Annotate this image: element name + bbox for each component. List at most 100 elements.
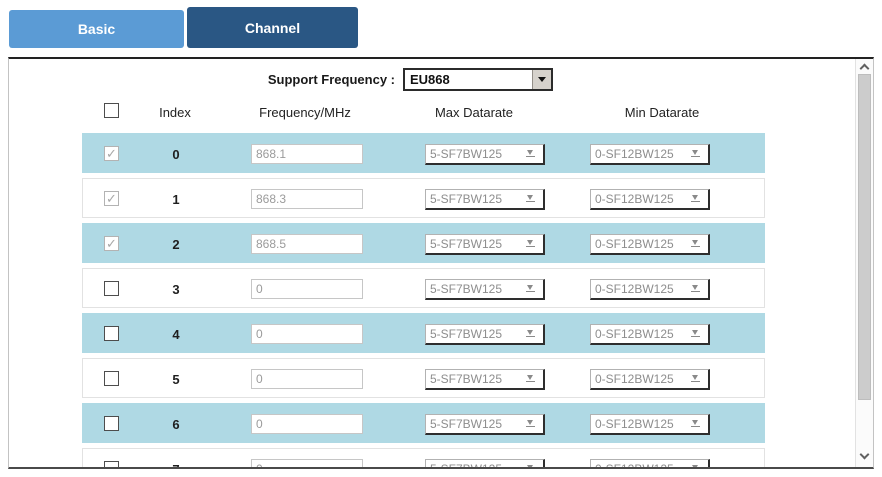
row-index: 6 bbox=[172, 417, 179, 432]
dropdown-arrow-button[interactable] bbox=[532, 70, 551, 89]
chevron-down-icon bbox=[691, 375, 700, 382]
min-datarate-value: 0-SF12BW125 bbox=[595, 327, 674, 341]
tab-basic-label: Basic bbox=[78, 21, 115, 37]
row-checkbox[interactable] bbox=[104, 461, 119, 469]
min-datarate-value: 0-SF12BW125 bbox=[595, 147, 674, 161]
max-datarate-select[interactable]: 5-SF7BW125 bbox=[425, 234, 545, 255]
min-datarate-value: 0-SF12BW125 bbox=[595, 192, 674, 206]
scrollbar-thumb[interactable] bbox=[858, 74, 871, 400]
max-datarate-value: 5-SF7BW125 bbox=[430, 462, 502, 469]
chevron-down-icon bbox=[691, 420, 700, 427]
chevron-down-icon bbox=[526, 285, 535, 292]
min-datarate-select[interactable]: 0-SF12BW125 bbox=[590, 144, 710, 165]
support-frequency-label: Support Frequency : bbox=[268, 72, 395, 87]
row-index: 2 bbox=[172, 237, 179, 252]
max-datarate-select[interactable]: 5-SF7BW125 bbox=[425, 324, 545, 345]
support-frequency-value: EU868 bbox=[410, 72, 450, 87]
min-datarate-select[interactable]: 0-SF12BW125 bbox=[590, 414, 710, 435]
chevron-down-icon bbox=[526, 465, 535, 469]
chevron-down-icon bbox=[691, 195, 700, 202]
column-header-index: Index bbox=[159, 105, 191, 120]
tab-channel[interactable]: Channel bbox=[187, 7, 358, 48]
max-datarate-value: 5-SF7BW125 bbox=[430, 417, 502, 431]
chevron-down-icon bbox=[691, 330, 700, 337]
max-datarate-select[interactable]: 5-SF7BW125 bbox=[425, 144, 545, 165]
table-row: 7 5-SF7BW125 0-SF12BW125 bbox=[82, 448, 765, 469]
chevron-down-icon bbox=[691, 240, 700, 247]
max-datarate-select[interactable]: 5-SF7BW125 bbox=[425, 459, 545, 469]
scroll-up-button[interactable] bbox=[856, 61, 874, 75]
frequency-input[interactable] bbox=[251, 369, 363, 389]
min-datarate-value: 0-SF12BW125 bbox=[595, 462, 674, 469]
table-row: 3 5-SF7BW125 0-SF12BW125 bbox=[82, 268, 765, 308]
chevron-down-icon bbox=[538, 77, 546, 82]
max-datarate-value: 5-SF7BW125 bbox=[430, 327, 502, 341]
max-datarate-select[interactable]: 5-SF7BW125 bbox=[425, 369, 545, 390]
min-datarate-value: 0-SF12BW125 bbox=[595, 372, 674, 386]
chevron-down-icon bbox=[691, 150, 700, 157]
frequency-input[interactable] bbox=[251, 459, 363, 469]
column-header-max-datarate: Max Datarate bbox=[435, 105, 513, 120]
chevron-down-icon bbox=[526, 420, 535, 427]
frequency-input[interactable] bbox=[251, 144, 363, 164]
chevron-down-icon bbox=[526, 375, 535, 382]
frequency-input[interactable] bbox=[251, 414, 363, 434]
table-row: 5 5-SF7BW125 0-SF12BW125 bbox=[82, 358, 765, 398]
min-datarate-select[interactable]: 0-SF12BW125 bbox=[590, 324, 710, 345]
row-index: 4 bbox=[172, 327, 179, 342]
row-checkbox[interactable] bbox=[104, 191, 119, 206]
row-index: 0 bbox=[172, 147, 179, 162]
row-checkbox[interactable] bbox=[104, 326, 119, 341]
row-checkbox[interactable] bbox=[104, 146, 119, 161]
max-datarate-select[interactable]: 5-SF7BW125 bbox=[425, 189, 545, 210]
frequency-input[interactable] bbox=[251, 324, 363, 344]
tab-channel-label: Channel bbox=[245, 20, 300, 36]
min-datarate-select[interactable]: 0-SF12BW125 bbox=[590, 234, 710, 255]
max-datarate-value: 5-SF7BW125 bbox=[430, 192, 502, 206]
min-datarate-select[interactable]: 0-SF12BW125 bbox=[590, 279, 710, 300]
row-checkbox[interactable] bbox=[104, 236, 119, 251]
chevron-down-icon bbox=[691, 285, 700, 292]
table-row: 6 5-SF7BW125 0-SF12BW125 bbox=[82, 403, 765, 443]
max-datarate-select[interactable]: 5-SF7BW125 bbox=[425, 279, 545, 300]
tab-basic[interactable]: Basic bbox=[9, 10, 184, 48]
max-datarate-select[interactable]: 5-SF7BW125 bbox=[425, 414, 545, 435]
support-frequency-select[interactable]: EU868 bbox=[403, 68, 553, 91]
chevron-down-icon bbox=[526, 330, 535, 337]
table-row: 0 5-SF7BW125 0-SF12BW125 bbox=[82, 133, 765, 173]
row-index: 3 bbox=[172, 282, 179, 297]
max-datarate-value: 5-SF7BW125 bbox=[430, 237, 502, 251]
frequency-input[interactable] bbox=[251, 279, 363, 299]
column-header-frequency: Frequency/MHz bbox=[259, 105, 351, 120]
chevron-up-icon bbox=[860, 64, 870, 74]
min-datarate-select[interactable]: 0-SF12BW125 bbox=[590, 189, 710, 210]
min-datarate-select[interactable]: 0-SF12BW125 bbox=[590, 459, 710, 469]
select-all-checkbox[interactable] bbox=[104, 103, 119, 118]
max-datarate-value: 5-SF7BW125 bbox=[430, 372, 502, 386]
frequency-input[interactable] bbox=[251, 189, 363, 209]
min-datarate-select[interactable]: 0-SF12BW125 bbox=[590, 369, 710, 390]
table-rows: 0 5-SF7BW125 0-SF12BW125 1 5-SF7BW125 0-… bbox=[82, 133, 765, 469]
table-row: 1 5-SF7BW125 0-SF12BW125 bbox=[82, 178, 765, 218]
table-row: 2 5-SF7BW125 0-SF12BW125 bbox=[82, 223, 765, 263]
max-datarate-value: 5-SF7BW125 bbox=[430, 282, 502, 296]
chevron-down-icon bbox=[691, 465, 700, 469]
scroll-down-button[interactable] bbox=[856, 450, 874, 464]
max-datarate-value: 5-SF7BW125 bbox=[430, 147, 502, 161]
channel-config-window: Basic Channel Support Frequency : EU868 … bbox=[0, 0, 882, 477]
row-checkbox[interactable] bbox=[104, 416, 119, 431]
frequency-input[interactable] bbox=[251, 234, 363, 254]
row-index: 1 bbox=[172, 192, 179, 207]
table-row: 4 5-SF7BW125 0-SF12BW125 bbox=[82, 313, 765, 353]
vertical-scrollbar[interactable] bbox=[855, 59, 873, 467]
row-index: 7 bbox=[172, 462, 179, 469]
row-checkbox[interactable] bbox=[104, 281, 119, 296]
column-header-min-datarate: Min Datarate bbox=[625, 105, 699, 120]
chevron-down-icon bbox=[526, 195, 535, 202]
channel-panel: Support Frequency : EU868 Index Frequenc… bbox=[8, 57, 874, 469]
chevron-down-icon bbox=[526, 240, 535, 247]
min-datarate-value: 0-SF12BW125 bbox=[595, 237, 674, 251]
row-checkbox[interactable] bbox=[104, 371, 119, 386]
row-index: 5 bbox=[172, 372, 179, 387]
chevron-down-icon bbox=[526, 150, 535, 157]
